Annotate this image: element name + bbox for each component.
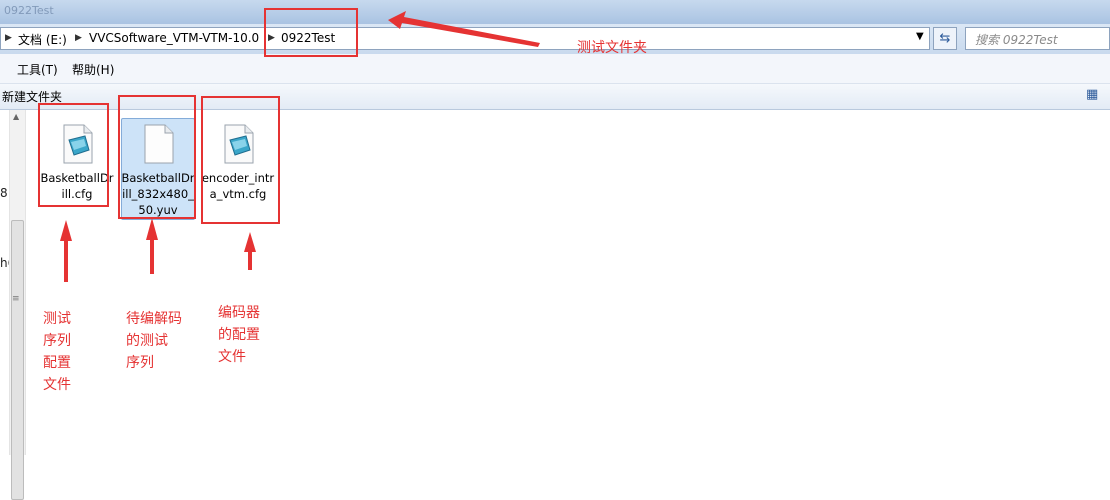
search-input[interactable]: 搜索 0922Test [965, 27, 1110, 50]
menu-help[interactable]: 帮助(H) [72, 61, 114, 78]
breadcrumb-drive[interactable]: 文档 (E:) [18, 31, 67, 48]
nav-fragment: 8 [0, 186, 8, 200]
menu-tools[interactable]: 工具(T) [17, 61, 58, 78]
annotation-test-folder: 测试文件夹 [577, 40, 647, 56]
scroll-up-icon[interactable]: ▲ [13, 112, 19, 121]
dropdown-arrow-icon[interactable]: ▼ [916, 31, 924, 42]
annotation-box-yuv [118, 95, 196, 219]
title-bar: 0922Test [0, 0, 1110, 24]
scroll-grip-icon: ≡ [12, 294, 20, 304]
annotation-encoder-config: 编码器 的配置 文件 [218, 305, 260, 365]
scroll-thumb[interactable] [11, 220, 24, 500]
window-title: 0922Test [4, 4, 54, 17]
annotation-seq-config: 测试 序列 配置 文件 [43, 311, 71, 393]
view-options-icon[interactable]: ▦ [1086, 88, 1100, 102]
annotation-box-config [38, 103, 109, 207]
address-bar[interactable]: ▶ 文档 (E:) ▶ VVCSoftware_VTM-VTM-10.0 ▶ 0… [0, 27, 930, 50]
annotation-box-folder [264, 8, 358, 57]
chevron-right-icon[interactable]: ▶ [5, 33, 12, 43]
refresh-icon: ⇆ [939, 31, 951, 46]
breadcrumb-vtm[interactable]: VVCSoftware_VTM-VTM-10.0 [89, 31, 259, 45]
refresh-button[interactable]: ⇆ [933, 27, 957, 50]
nav-scrollbar[interactable]: ▲ ≡ [9, 110, 26, 500]
search-placeholder: 搜索 0922Test [975, 33, 1058, 47]
annotation-box-encoder [201, 96, 280, 224]
chevron-right-icon[interactable]: ▶ [75, 33, 82, 43]
menu-bar: 工具(T) 帮助(H) [0, 54, 1110, 84]
annotation-test-seq: 待编解码 的测试 序列 [126, 311, 182, 371]
